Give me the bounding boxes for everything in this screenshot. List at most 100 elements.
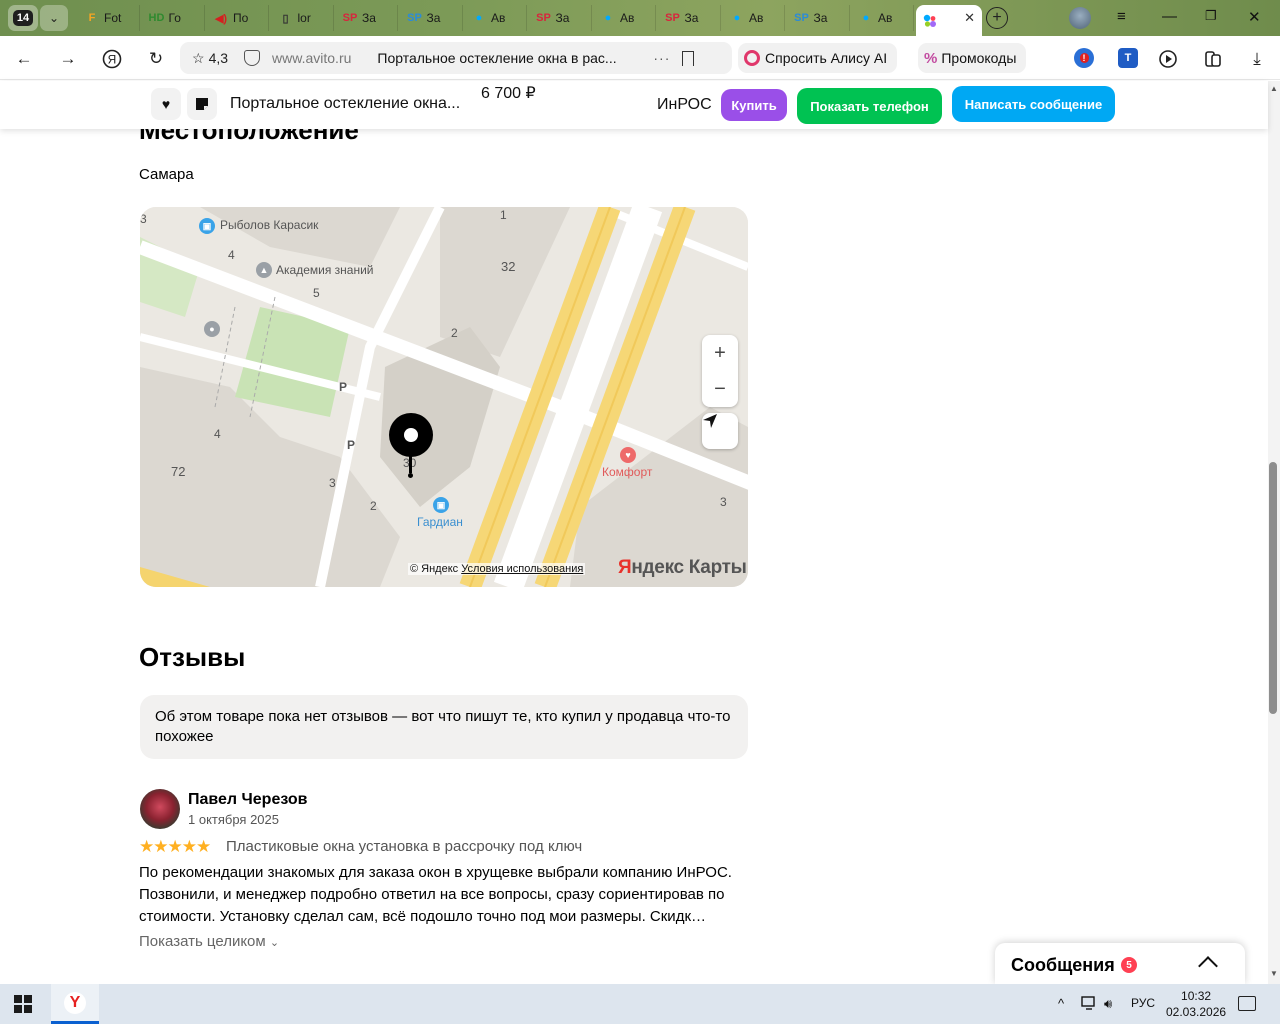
poi-comfort[interactable]: Комфорт (602, 465, 652, 479)
network-icon[interactable] (1081, 996, 1097, 1013)
volume-icon[interactable]: 🔊︎ (1104, 996, 1112, 1012)
taskbar-yandex-browser[interactable]: Y (51, 984, 99, 1024)
windows-start-icon[interactable] (14, 995, 32, 1013)
yandex-maps-logo[interactable]: Яндекс Карты (618, 557, 747, 579)
site-rating[interactable]: ☆ 4,3 (192, 50, 228, 67)
location-map[interactable]: ▣ Рыболов Карасик ▲ Академия знаний ● ♥ … (140, 207, 748, 587)
more-dots-icon[interactable]: ··· (653, 50, 670, 66)
browser-tab[interactable]: SP За (659, 5, 721, 31)
tab-label: Ав (491, 11, 506, 25)
zoom-out-button[interactable]: − (702, 371, 738, 407)
navigation-arrow-icon (703, 414, 717, 428)
tab-favicon-icon: F (88, 12, 96, 24)
geolocation-button[interactable] (702, 413, 738, 449)
restore-icon[interactable]: ❐ (1205, 8, 1217, 24)
write-message-button[interactable]: Написать сообщение (952, 86, 1115, 122)
minimize-icon[interactable]: — (1162, 8, 1177, 25)
entrance-number: 4 (214, 427, 221, 441)
browser-tab[interactable]: ● Ав (594, 5, 656, 31)
entrance-number: 2 (451, 326, 458, 340)
sticky-item-bar: ♥ Портальное остекление окна... 6 700 ₽ … (0, 81, 1268, 129)
tab-label: Го (168, 11, 181, 25)
browser-tab[interactable]: SP За (530, 5, 592, 31)
tabs-dropdown-icon[interactable]: ⌄ (40, 5, 68, 31)
download-icon[interactable]: ⤓ (1246, 48, 1268, 70)
place-poi-icon[interactable]: ● (204, 321, 220, 337)
tab-active-avito[interactable]: ✕ (916, 5, 982, 36)
map-terms-link[interactable]: Условия использования (461, 563, 583, 575)
browser-tab[interactable]: SP За (788, 5, 850, 31)
tab-favicon-icon: SP (794, 12, 809, 24)
star-icon: ☆ (192, 49, 205, 66)
browser-tab[interactable]: ● Ав (723, 5, 785, 31)
poi-fisher[interactable]: Рыболов Карасик (220, 218, 318, 232)
reload-icon[interactable]: ↻ (145, 48, 167, 70)
show-full-review-link[interactable]: Показать целиком ⌄ (139, 933, 279, 950)
forward-icon[interactable]: → (57, 48, 79, 70)
browser-tab[interactable]: HD Го (143, 5, 205, 31)
extension-shield-icon[interactable]: ! (1074, 48, 1094, 68)
ask-alice-button[interactable]: Спросить Алису AI (738, 43, 898, 73)
shop-poi-icon[interactable]: ▣ (433, 497, 449, 513)
tab-favicon-icon: SP (536, 12, 551, 24)
seller-name[interactable]: ИнРОС (657, 96, 712, 114)
dentist-poi-icon[interactable]: ♥ (620, 447, 636, 463)
house-number: 32 (501, 259, 516, 274)
notifications-icon[interactable] (1238, 996, 1256, 1011)
bookmark-icon[interactable] (682, 50, 695, 66)
browser-menu-icon[interactable]: ≡ (1117, 8, 1126, 25)
tray-chevron-up-icon[interactable]: ^ (1058, 996, 1064, 1011)
location-city: Самара (139, 166, 194, 183)
browser-tab[interactable]: ◀) По (207, 5, 269, 31)
tab-favicon-icon: SP (342, 12, 358, 24)
poi-academy[interactable]: Академия знаний (276, 263, 374, 277)
promo-codes-button[interactable]: % Промокоды (918, 43, 1027, 73)
parking-label: P (339, 380, 348, 394)
note-icon[interactable] (187, 88, 217, 120)
poi-guardian[interactable]: Гардиан (417, 515, 463, 529)
chevron-down-icon: ⌄ (269, 937, 280, 949)
tab-count-button[interactable]: 14 (8, 5, 38, 31)
browser-tab[interactable]: ● Ав (465, 5, 527, 31)
browser-tab[interactable]: F Fot (78, 5, 140, 31)
review-text: По рекомендации знакомых для заказа окон… (139, 864, 732, 925)
reviewer-name[interactable]: Павел Черезов (188, 791, 308, 809)
browser-tab[interactable]: ▯ lor (272, 5, 334, 31)
yandex-home-icon[interactable]: Я (101, 48, 123, 70)
language-indicator[interactable]: РУС (1131, 996, 1155, 1010)
profile-avatar[interactable] (1069, 7, 1091, 29)
browser-toolbar: ← → Я ↻ ☆ 4,3 www.avito.ru Портальное ост… (0, 36, 1280, 80)
collections-icon[interactable] (1202, 48, 1224, 70)
scroll-down-arrow-icon[interactable]: ▼ (1268, 969, 1280, 978)
education-poi-icon[interactable]: ▲ (256, 262, 272, 278)
zoom-in-button[interactable]: + (702, 335, 738, 371)
chevron-up-icon[interactable] (1198, 956, 1218, 976)
system-clock[interactable]: 10:32 02.03.2026 (1166, 988, 1226, 1020)
browser-tab[interactable]: ● Ав (852, 5, 914, 31)
tab-favicon-icon: ▯ (282, 12, 289, 25)
new-tab-button[interactable]: + (986, 7, 1008, 29)
show-phone-button[interactable]: Показать телефон (797, 88, 942, 124)
tab-label: За (684, 11, 699, 25)
entrance-number: 3 (720, 495, 727, 509)
shop-poi-icon[interactable]: ▣ (199, 218, 215, 234)
media-play-icon[interactable] (1158, 48, 1180, 70)
shield-icon[interactable] (244, 50, 261, 66)
reviewer-avatar[interactable] (140, 789, 180, 829)
review-subject[interactable]: Пластиковые окна установка в рассрочку п… (226, 838, 582, 855)
extension-translate-icon[interactable]: T (1118, 48, 1138, 68)
tab-label: За (555, 11, 570, 25)
tab-favicon-icon: SP (407, 12, 422, 24)
address-bar[interactable]: ☆ 4,3 www.avito.ru Портальное остекление … (180, 42, 732, 74)
buy-button[interactable]: Купить (721, 89, 787, 121)
favorite-heart-icon[interactable]: ♥ (151, 88, 181, 120)
browser-tab[interactable]: SP За (336, 5, 398, 31)
messages-widget[interactable]: Сообщения 5 (995, 943, 1245, 984)
scroll-up-arrow-icon[interactable]: ▲ (1268, 84, 1280, 93)
scrollbar-thumb[interactable] (1269, 462, 1277, 714)
close-tab-icon[interactable]: ✕ (964, 10, 975, 26)
back-icon[interactable]: ← (13, 48, 35, 70)
reviews-heading: Отзывы (139, 642, 246, 672)
close-window-icon[interactable]: ✕ (1248, 8, 1261, 26)
browser-tab[interactable]: SP За (401, 5, 463, 31)
